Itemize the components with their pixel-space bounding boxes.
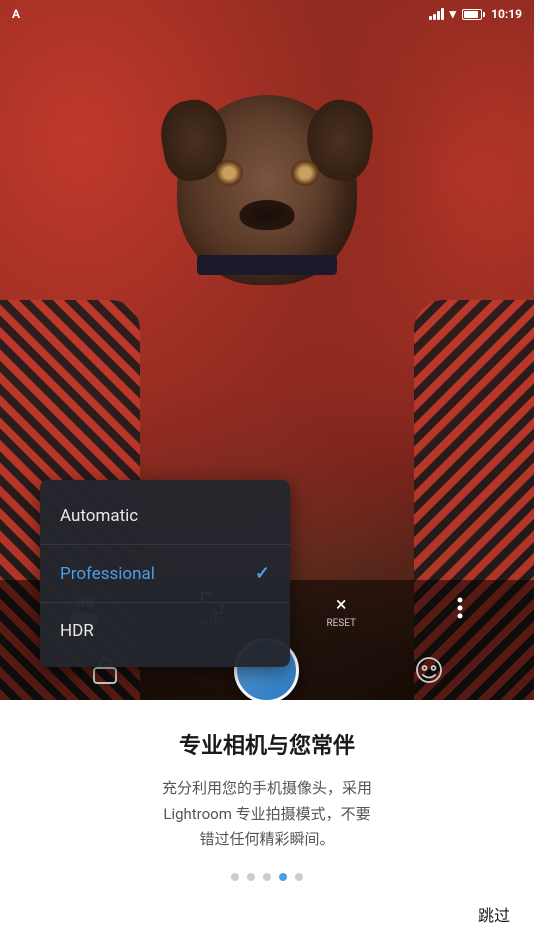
reset-label: RESET	[326, 618, 356, 629]
status-time: 10:19	[491, 7, 522, 21]
close-icon: ×	[336, 592, 347, 616]
status-bar-right: ▾ 10:19	[429, 7, 522, 22]
dog-face	[167, 95, 367, 315]
dot-3	[263, 873, 271, 881]
dot-1	[231, 873, 239, 881]
app-icon: A	[12, 7, 20, 21]
check-icon: ✓	[255, 563, 270, 584]
dropdown-item-hdr[interactable]: HDR	[40, 603, 290, 659]
dropdown-label-automatic: Automatic	[60, 506, 138, 526]
info-section: 专业相机与您常伴 充分利用您的手机摄像头，采用Lightroom 专业拍摄模式，…	[0, 700, 534, 950]
screen: A ▾ 10:1	[0, 0, 534, 950]
face-detect-button[interactable]	[409, 650, 449, 690]
dot-4-active	[279, 873, 287, 881]
info-description: 充分利用您的手机摄像头，采用Lightroom 专业拍摄模式，不要错过任何精彩瞬…	[162, 776, 372, 853]
dropdown-label-hdr: HDR	[60, 621, 94, 641]
dot-2	[247, 873, 255, 881]
shooting-mode-dropdown: Automatic Professional ✓ HDR	[40, 480, 290, 667]
dropdown-item-professional[interactable]: Professional ✓	[40, 545, 290, 602]
signal-icon	[429, 8, 444, 20]
more-options-button[interactable]	[457, 597, 463, 624]
battery-icon	[462, 9, 485, 20]
dog-head	[177, 95, 357, 285]
skip-button[interactable]: 跳过	[478, 902, 510, 926]
camera-viewfinder: A ▾ 10:1	[0, 0, 534, 700]
status-bar: A ▾ 10:1	[0, 0, 534, 28]
info-title: 专业相机与您常伴	[179, 728, 355, 760]
dog-eye-right	[291, 160, 319, 186]
dropdown-item-automatic[interactable]: Automatic	[40, 488, 290, 544]
wifi-icon: ▾	[450, 7, 457, 22]
reset-button[interactable]: × RESET	[326, 592, 356, 629]
dog-eye-left	[215, 160, 243, 186]
dot-5	[295, 873, 303, 881]
dog-collar	[197, 255, 337, 275]
page-dots	[231, 873, 303, 881]
dropdown-label-professional: Professional	[60, 564, 155, 584]
dog-nose	[240, 200, 295, 230]
